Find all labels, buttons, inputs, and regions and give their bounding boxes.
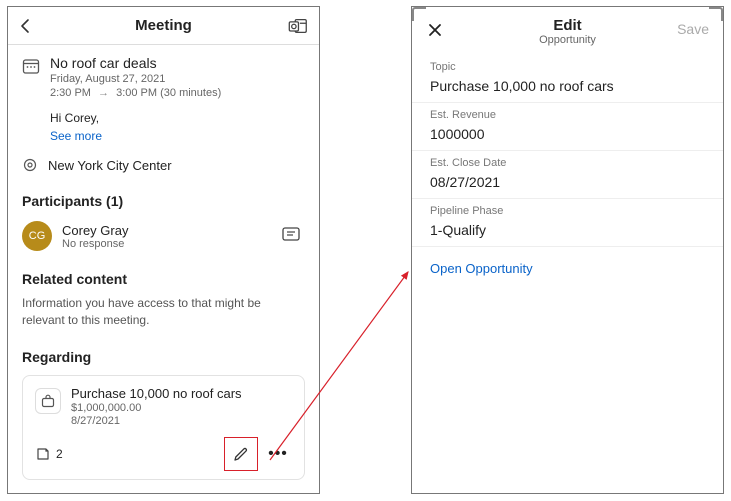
phase-value: 1-Qualify xyxy=(430,222,705,238)
contact-card-button[interactable] xyxy=(281,225,301,243)
participant-response: No response xyxy=(62,238,128,250)
ellipsis-icon: ••• xyxy=(268,445,288,463)
revenue-value: 1000000 xyxy=(430,126,705,142)
pencil-icon xyxy=(232,445,250,463)
field-topic[interactable]: Topic Purchase 10,000 no roof cars xyxy=(412,55,723,103)
close-date-label: Est. Close Date xyxy=(430,157,705,169)
location-text: New York City Center xyxy=(48,158,172,173)
outlook-icon xyxy=(287,15,309,37)
edit-button[interactable] xyxy=(227,440,255,468)
field-pipeline-phase[interactable]: Pipeline Phase 1-Qualify xyxy=(412,199,723,247)
meeting-body-preview: Hi Corey, xyxy=(50,111,221,125)
close-icon xyxy=(426,21,444,39)
location-icon xyxy=(22,157,38,173)
avatar: CG xyxy=(22,221,52,251)
participant-name: Corey Gray xyxy=(62,223,128,238)
close-date-value: 08/27/2021 xyxy=(430,174,705,190)
field-close-date[interactable]: Est. Close Date 08/27/2021 xyxy=(412,151,723,199)
participant-row[interactable]: CG Corey Gray No response xyxy=(22,221,305,251)
revenue-label: Est. Revenue xyxy=(430,109,705,121)
meeting-date: Friday, August 27, 2021 xyxy=(50,73,221,85)
related-heading: Related content xyxy=(22,271,305,287)
topic-label: Topic xyxy=(430,61,705,73)
meeting-time: 2:30 PM → 3:00 PM (30 minutes) xyxy=(50,87,221,99)
regarding-title: Purchase 10,000 no roof cars xyxy=(71,386,242,401)
close-button[interactable] xyxy=(426,21,444,39)
arrow-right-icon: → xyxy=(98,87,109,99)
calendar-icon xyxy=(22,57,40,75)
see-more-link[interactable]: See more xyxy=(50,129,221,143)
chevron-left-icon xyxy=(18,17,32,35)
meeting-summary: No roof car deals Friday, August 27, 202… xyxy=(22,55,305,143)
meeting-panel: Meeting No roof car deals Friday, August… xyxy=(7,6,320,494)
edit-highlight xyxy=(224,437,258,471)
regarding-card: Purchase 10,000 no roof cars $1,000,000.… xyxy=(22,375,305,480)
edit-panel: Edit Opportunity Save Topic Purchase 10,… xyxy=(411,6,724,494)
save-button[interactable]: Save xyxy=(677,21,709,37)
contact-card-icon xyxy=(281,225,301,243)
more-button[interactable]: ••• xyxy=(264,440,292,468)
notes-button[interactable]: 2 xyxy=(35,446,63,462)
edit-subtitle: Opportunity xyxy=(539,34,596,46)
meeting-header: Meeting xyxy=(8,7,319,45)
meeting-location: New York City Center xyxy=(22,157,305,173)
edit-header: Edit Opportunity Save xyxy=(412,7,723,55)
header-title: Meeting xyxy=(135,17,192,34)
open-in-outlook-button[interactable] xyxy=(287,15,309,37)
notes-count: 2 xyxy=(56,447,63,461)
edit-title: Edit xyxy=(539,17,596,34)
opportunity-icon xyxy=(35,388,61,414)
topic-value: Purchase 10,000 no roof cars xyxy=(430,78,705,94)
meeting-content: No roof car deals Friday, August 27, 202… xyxy=(8,45,319,480)
field-revenue[interactable]: Est. Revenue 1000000 xyxy=(412,103,723,151)
note-icon xyxy=(35,446,51,462)
regarding-date: 8/27/2021 xyxy=(71,415,242,427)
related-description: Information you have access to that migh… xyxy=(22,295,305,329)
regarding-amount: $1,000,000.00 xyxy=(71,402,242,414)
open-opportunity-link[interactable]: Open Opportunity xyxy=(412,247,723,290)
participants-heading: Participants (1) xyxy=(22,193,305,209)
meeting-title: No roof car deals xyxy=(50,55,221,71)
phase-label: Pipeline Phase xyxy=(430,205,705,217)
regarding-heading: Regarding xyxy=(22,349,305,365)
back-button[interactable] xyxy=(18,17,32,35)
